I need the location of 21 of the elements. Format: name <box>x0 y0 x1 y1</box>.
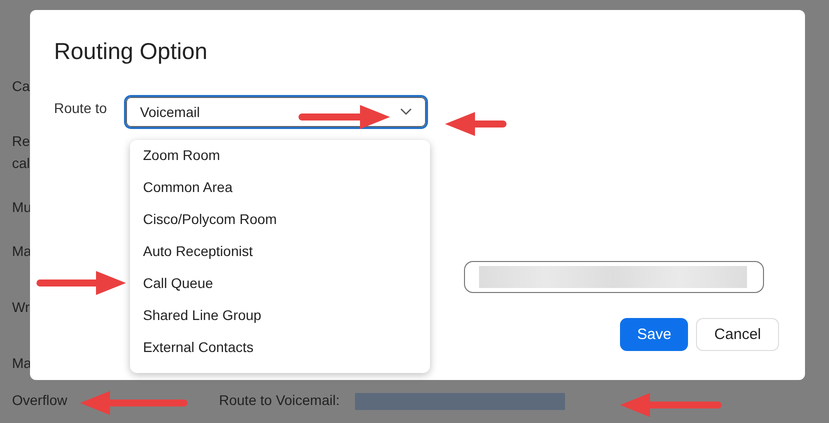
setting-label: Re <box>12 133 30 149</box>
setting-label: Wr <box>12 299 30 315</box>
text-field[interactable] <box>464 261 764 293</box>
menu-item[interactable]: Shared Line Group <box>130 303 430 335</box>
menu-item[interactable]: Common Area <box>130 175 430 207</box>
setting-label: cal <box>12 155 30 171</box>
route-select[interactable]: Voicemail <box>124 95 428 129</box>
annotation-arrow <box>443 111 507 137</box>
chevron-down-icon <box>400 108 412 116</box>
save-button[interactable]: Save <box>620 318 688 351</box>
dialog-title: Routing Option <box>54 38 208 65</box>
menu-item[interactable]: External Contacts <box>130 335 430 367</box>
setting-label: Ca <box>12 78 30 94</box>
cancel-button[interactable]: Cancel <box>696 318 779 351</box>
menu-item[interactable]: Cisco/Polycom Room <box>130 207 430 239</box>
setting-value: Route to Voicemail: <box>219 392 340 408</box>
menu-item[interactable]: Auto Receptionist <box>130 239 430 271</box>
setting-label: Overflow <box>12 392 68 408</box>
menu-item[interactable]: Call Queue <box>130 271 430 303</box>
route-label: Route to <box>54 99 107 116</box>
menu-item[interactable]: Zoom Room <box>130 143 430 175</box>
